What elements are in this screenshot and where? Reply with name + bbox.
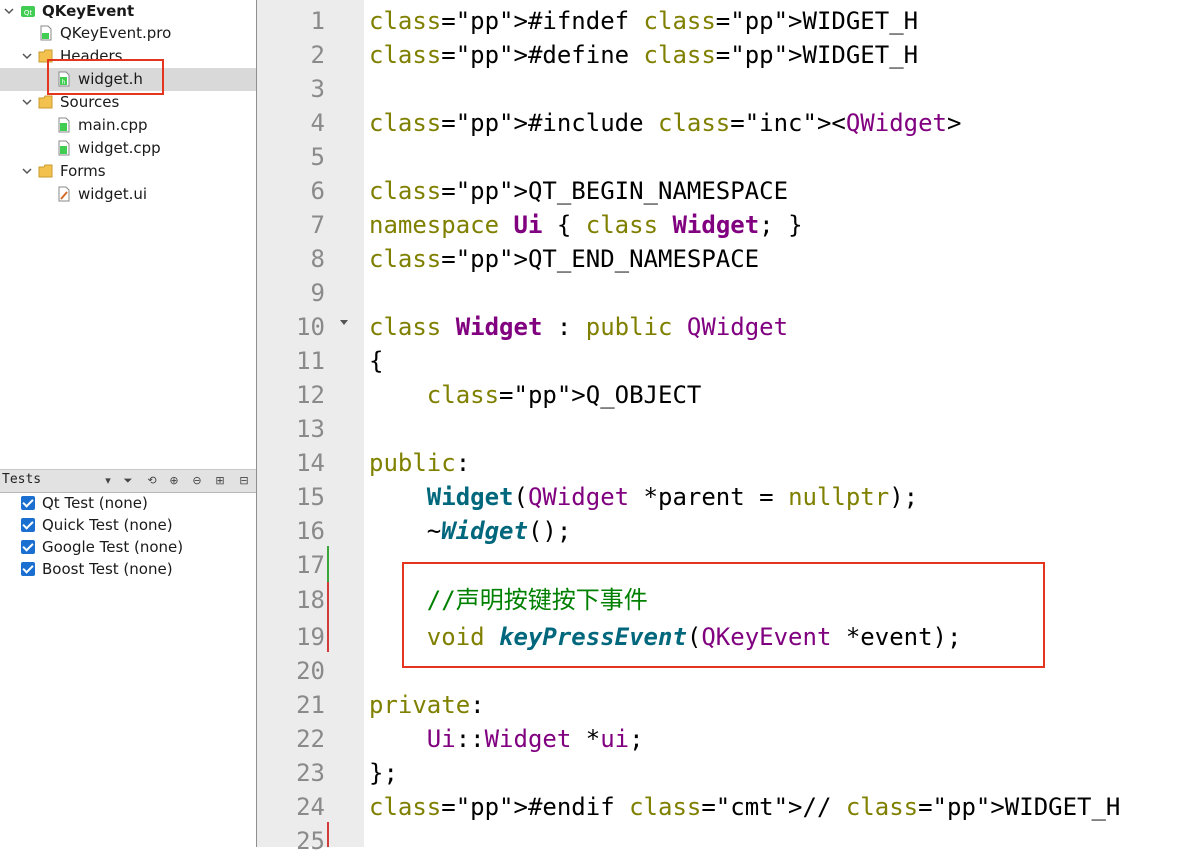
chevron-down-icon[interactable] <box>22 51 32 61</box>
project-pane: Qt QKeyEvent QKeyEvent.pro Headers h wid… <box>0 0 256 847</box>
code-line[interactable]: class Widget : public QWidget <box>369 310 788 344</box>
tree-item-widget-ui[interactable]: widget.ui <box>0 183 256 206</box>
code-line[interactable]: namespace Ui { class Widget; } <box>369 208 803 242</box>
test-item-google[interactable]: Google Test (none) <box>0 537 256 559</box>
line-number: 8 <box>310 245 325 273</box>
tree-item-label: Forms <box>60 162 106 180</box>
line-number: 5 <box>310 143 325 171</box>
line-number: 21 <box>296 691 325 719</box>
qt-project-icon: Qt <box>21 6 35 17</box>
folder-icon <box>38 164 53 178</box>
chevron-down-icon[interactable] <box>22 166 32 176</box>
line-number: 2 <box>310 41 325 69</box>
test-item-qt[interactable]: Qt Test (none) <box>0 493 256 515</box>
tree-item-label: widget.cpp <box>78 139 161 157</box>
close-panel-icon[interactable]: ⊟ <box>237 474 251 488</box>
code-line[interactable]: Ui::Widget *ui; <box>369 722 644 756</box>
code-line[interactable]: ~Widget(); <box>369 514 572 548</box>
line-number: 17 <box>296 551 325 579</box>
tree-item-label: QKeyEvent.pro <box>60 24 172 42</box>
code-line[interactable]: public: <box>369 446 470 480</box>
line-number: 13 <box>296 415 325 443</box>
line-number: 12 <box>296 381 325 409</box>
line-number: 15 <box>296 483 325 511</box>
code-line[interactable]: class="pp">#define class="pp">WIDGET_H <box>369 38 918 72</box>
fold-arrow-icon[interactable] <box>340 320 348 325</box>
expand-all-icon[interactable]: ⊕ <box>167 474 181 488</box>
code-line[interactable]: class="pp">QT_END_NAMESPACE <box>369 242 759 276</box>
pro-file-icon <box>40 25 52 41</box>
line-number: 20 <box>296 657 325 685</box>
project-name: QKeyEvent <box>42 2 135 20</box>
tree-item-project[interactable]: Qt QKeyEvent <box>0 0 256 23</box>
line-number: 3 <box>310 75 325 103</box>
dropdown-arrow-icon[interactable]: ▾ <box>101 474 115 488</box>
collapse-all-icon[interactable]: ⊖ <box>190 474 204 488</box>
tree-item-label: main.cpp <box>78 116 148 134</box>
checkbox[interactable] <box>21 562 35 576</box>
line-number: 24 <box>296 793 325 821</box>
tree-item-pro-file[interactable]: QKeyEvent.pro <box>0 22 256 45</box>
chevron-down-icon[interactable] <box>4 6 14 16</box>
tree-item-widget-cpp[interactable]: widget.cpp <box>0 137 256 160</box>
checkbox[interactable] <box>21 540 35 554</box>
svg-text:Qt: Qt <box>24 9 33 17</box>
code-line[interactable]: }; <box>369 756 398 790</box>
tree-item-label: widget.ui <box>78 185 148 203</box>
line-number: 23 <box>296 759 325 787</box>
file-highlight-box <box>47 59 164 95</box>
code-line[interactable]: class="pp">QT_BEGIN_NAMESPACE <box>369 174 788 208</box>
test-item-boost[interactable]: Boost Test (none) <box>0 559 256 581</box>
line-number: 1 <box>310 7 325 35</box>
ui-file-icon <box>58 186 70 202</box>
line-number: 9 <box>310 279 325 307</box>
line-number: 6 <box>310 177 325 205</box>
code-highlight-box <box>402 562 1045 668</box>
test-label: Google Test (none) <box>42 538 184 556</box>
tree-item-main-cpp[interactable]: main.cpp <box>0 114 256 137</box>
test-label: Boost Test (none) <box>42 560 173 578</box>
line-number: 16 <box>296 517 325 545</box>
test-label: Quick Test (none) <box>42 516 173 534</box>
line-number: 11 <box>296 347 325 375</box>
chevron-down-icon[interactable] <box>22 97 32 107</box>
code-line[interactable]: class="pp">#ifndef class="pp">WIDGET_H <box>369 4 918 38</box>
tree-folder-forms[interactable]: Forms <box>0 160 256 183</box>
change-marker <box>327 822 329 847</box>
cpp-file-icon <box>58 117 70 133</box>
tests-panel-title: Tests <box>2 472 42 487</box>
line-number: 10 <box>296 313 325 341</box>
tests-toolbar: Tests ▾ ⏷ ⟲ ⊕ ⊖ ⊞ ⊟ <box>0 469 256 493</box>
line-number: 18 <box>296 586 325 614</box>
code-line[interactable]: class="pp">#include class="inc"><QWidget… <box>369 106 961 140</box>
code-line[interactable]: class="pp">#endif class="cmt">// class="… <box>369 790 1120 824</box>
tree-item-label: Sources <box>60 93 120 111</box>
filter-icon[interactable]: ⏷ <box>121 474 135 488</box>
checkbox[interactable] <box>21 496 35 510</box>
cpp-file-icon <box>58 140 70 156</box>
split-icon[interactable]: ⊞ <box>213 474 227 488</box>
line-number: 7 <box>310 211 325 239</box>
test-item-quick[interactable]: Quick Test (none) <box>0 515 256 537</box>
line-number: 25 <box>296 827 325 855</box>
code-line[interactable]: private: <box>369 688 485 722</box>
code-line[interactable]: Widget(QWidget *parent = nullptr); <box>369 480 918 514</box>
code-line[interactable]: class="pp">Q_OBJECT <box>369 378 702 412</box>
change-marker <box>327 546 329 582</box>
change-marker <box>327 582 329 652</box>
line-number: 14 <box>296 449 325 477</box>
checkbox[interactable] <box>21 518 35 532</box>
run-icon[interactable]: ⟲ <box>145 474 159 488</box>
line-number: 19 <box>296 623 325 651</box>
line-number: 22 <box>296 725 325 753</box>
folder-icon <box>38 95 53 109</box>
line-number: 4 <box>310 109 325 137</box>
code-line[interactable]: { <box>369 344 383 378</box>
test-label: Qt Test (none) <box>42 494 148 512</box>
